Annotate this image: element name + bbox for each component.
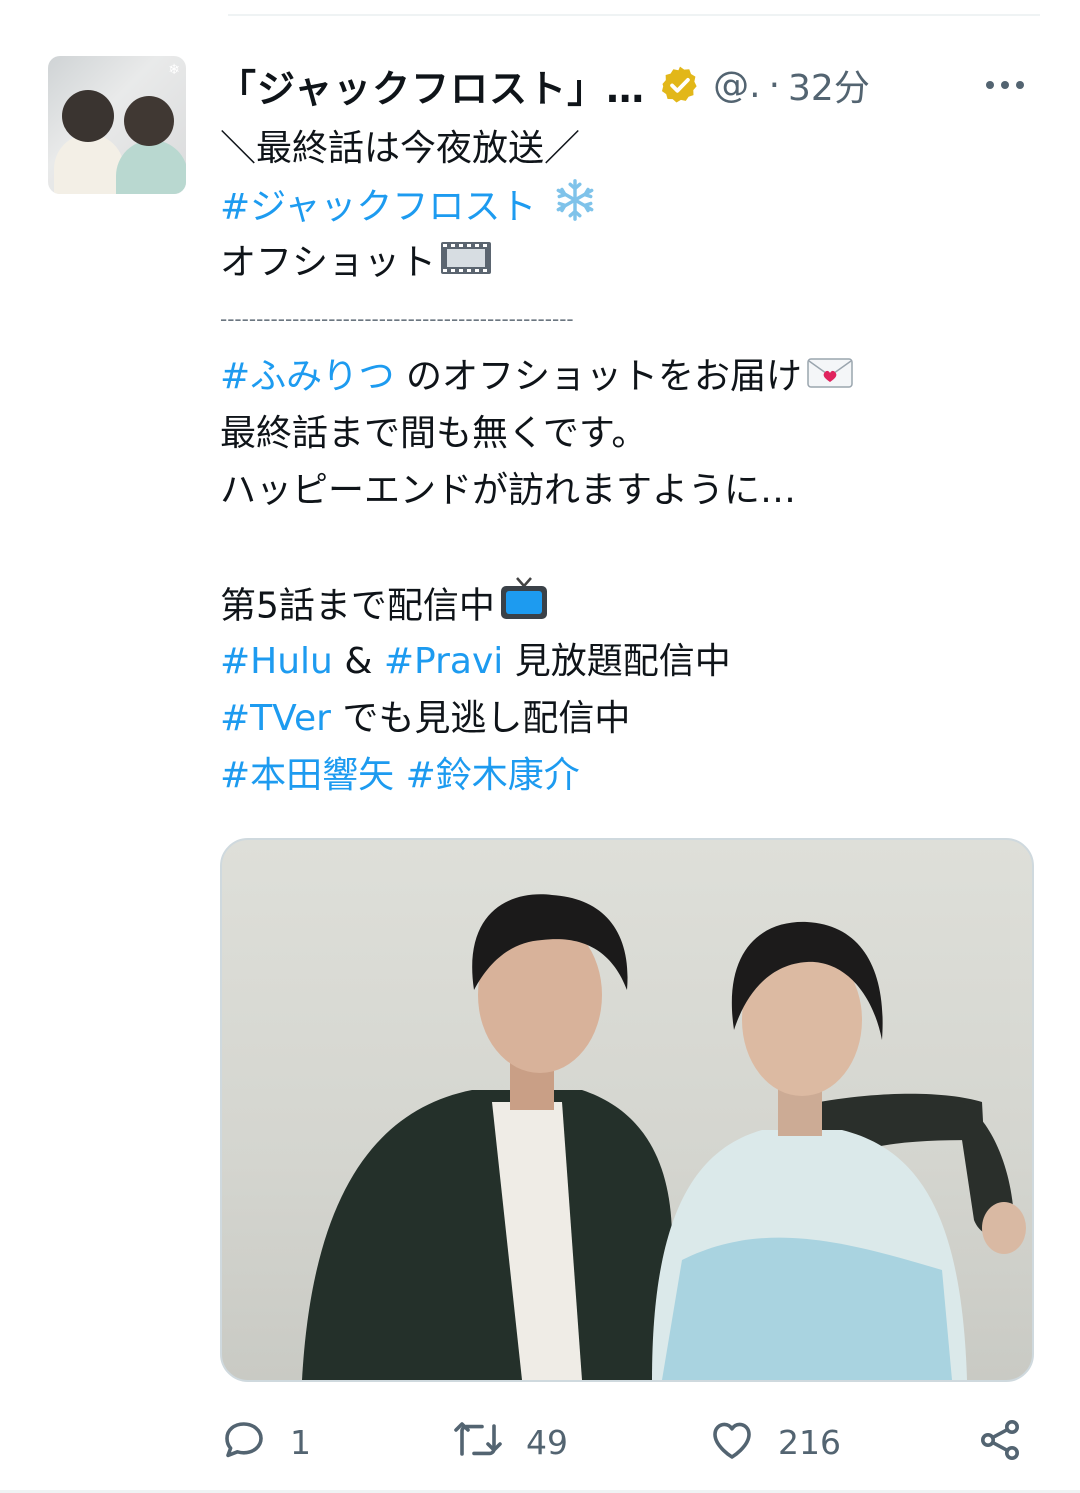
hashtag-suzuki-kosuke[interactable]: #鈴木康介 (406, 755, 580, 796)
reply-count: 1 (290, 1422, 311, 1462)
hashtag-honda-kyoya[interactable]: #本田響矢 (220, 755, 394, 796)
line-7-text: ハッピーエンドが訪れますように… (220, 470, 797, 511)
text-line-5: #ふみりつ のオフショットをお届け (220, 348, 1040, 405)
ampersand: & (344, 641, 373, 682)
snowflake-icon (552, 177, 598, 240)
text-line-9: #Hulu & #Pravi 見放題配信中 (220, 633, 1040, 690)
line-9-text: 見放題配信中 (514, 641, 731, 682)
avatar-figure-right (116, 140, 186, 194)
reply-button[interactable]: 1 (220, 1410, 311, 1474)
tweet-photo[interactable] (220, 838, 1034, 1382)
retweet-icon (452, 1416, 504, 1468)
verified-badge-icon[interactable] (659, 64, 701, 106)
heart-icon (708, 1416, 756, 1468)
line-1-text: ＼最終話は今夜放送／ (220, 128, 581, 169)
reply-icon (220, 1416, 268, 1468)
tweet-time[interactable]: 32分 (788, 59, 870, 111)
dashed-divider: ----------------------------------------… (220, 307, 574, 331)
tweet-text: ＼最終話は今夜放送／ #ジャックフロスト オフショット ------------… (220, 120, 1040, 804)
hashtag-fumiritsu[interactable]: #ふみりつ (220, 356, 395, 397)
more-dot (1016, 81, 1024, 89)
text-line-1: ＼最終話は今夜放送／ (220, 120, 1040, 177)
line-10-text: でも見逃し配信中 (342, 698, 631, 739)
tweet-header: 「ジャックフロスト」… @. · 32分 (218, 56, 1038, 114)
text-line-11: #本田響矢 #鈴木康介 (220, 747, 1040, 804)
separator-dot: · (768, 64, 781, 106)
avatar-figure-left (54, 134, 124, 194)
line-3-text: オフショット (220, 242, 437, 283)
text-line-7: ハッピーエンドが訪れますように… (220, 462, 1040, 519)
text-line-2: #ジャックフロスト (220, 177, 1040, 234)
text-line-8: 第5話まで配信中 (220, 576, 1040, 633)
more-dot (1001, 81, 1009, 89)
author-handle[interactable]: @. (713, 65, 760, 106)
top-divider (228, 0, 1040, 16)
line-5-text: のオフショットをお届け (405, 356, 802, 397)
love-letter-icon (806, 350, 854, 407)
text-line-10: #TVer でも見逃し配信中 (220, 690, 1040, 747)
text-line-6: 最終話まで間も無くです。 (220, 405, 1040, 462)
more-dot (986, 81, 994, 89)
film-frames-icon (440, 236, 492, 293)
like-count: 216 (778, 1422, 841, 1462)
tweet-actions: 1 49 216 (220, 1410, 1040, 1474)
hashtag-tver[interactable]: #TVer (220, 698, 331, 739)
photo-illustration (302, 894, 1026, 1380)
text-line-3: オフショット (220, 234, 1040, 291)
hashtag-pravi[interactable]: #Pravi (384, 641, 503, 682)
avatar-snow-icon: ❄ (168, 62, 180, 78)
avatar[interactable]: ❄ (48, 56, 186, 194)
line-6-text: 最終話まで間も無くです。 (220, 413, 648, 454)
line-8-text: 第5話まで配信中 (220, 585, 495, 627)
share-icon (976, 1416, 1024, 1468)
avatar-head-left (62, 90, 114, 142)
avatar-head-right (124, 96, 174, 146)
author-name[interactable]: 「ジャックフロスト」… (218, 58, 645, 113)
retweet-button[interactable]: 49 (452, 1410, 568, 1474)
hashtag-jackfrost[interactable]: #ジャックフロスト (220, 187, 536, 228)
more-options-icon[interactable] (986, 56, 1024, 114)
television-icon (499, 576, 549, 639)
retweet-count: 49 (526, 1422, 568, 1462)
hashtag-hulu[interactable]: #Hulu (220, 641, 333, 682)
share-button[interactable] (976, 1410, 1024, 1474)
like-button[interactable]: 216 (708, 1410, 841, 1474)
